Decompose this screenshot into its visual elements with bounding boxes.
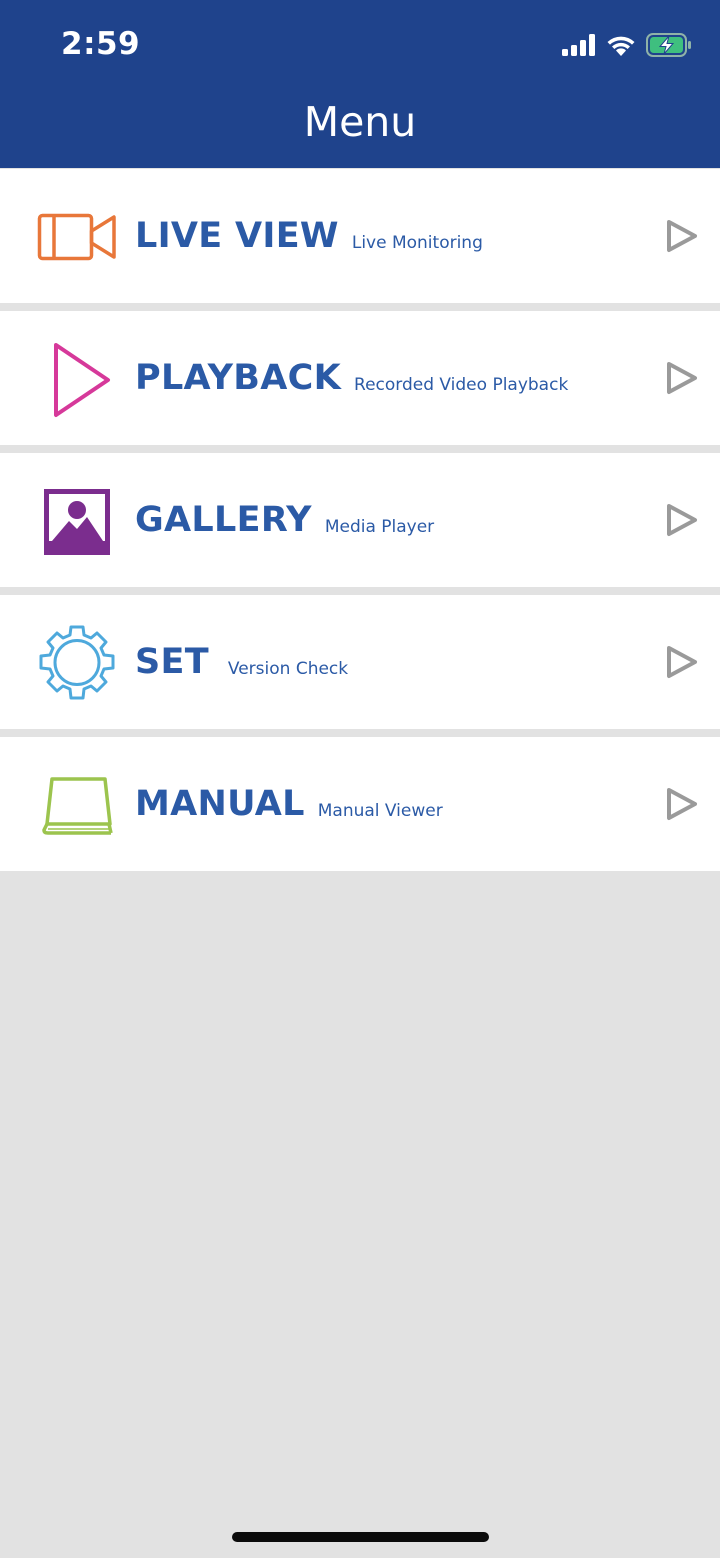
menu-item-label: LIVE VIEW: [135, 216, 339, 256]
battery-charging-icon: [646, 33, 691, 57]
cellular-signal-icon: [562, 34, 595, 56]
status-icons: [562, 30, 692, 60]
menu-item-label: GALLERY: [135, 500, 312, 540]
menu-item-gallery[interactable]: GALLERY Media Player: [0, 453, 720, 587]
menu-item-subtitle: Live Monitoring: [351, 233, 483, 253]
menu-item-subtitle: Manual Viewer: [317, 801, 443, 821]
menu-item-label: SET: [135, 642, 209, 682]
wifi-icon: [607, 36, 635, 56]
play-icon: [36, 341, 118, 419]
chevron-right-icon: [667, 788, 697, 820]
menu-item-manual[interactable]: MANUAL Manual Viewer: [0, 737, 720, 871]
video-camera-icon: [36, 199, 118, 277]
menu-item-subtitle: Media Player: [324, 517, 435, 537]
menu-list: LIVE VIEW Live Monitoring PLAYBACK Recor…: [0, 169, 720, 879]
chevron-right-icon: [667, 220, 697, 252]
app-header: 2:59 Menu: [0, 0, 720, 168]
menu-item-set[interactable]: SET Version Check: [0, 595, 720, 729]
menu-item-playback[interactable]: PLAYBACK Recorded Video Playback: [0, 311, 720, 445]
chevron-right-icon: [667, 646, 697, 678]
menu-item-label: MANUAL: [135, 784, 305, 824]
gear-icon: [36, 625, 118, 703]
menu-item-live-view[interactable]: LIVE VIEW Live Monitoring: [0, 169, 720, 303]
book-icon: [36, 767, 118, 845]
menu-item-subtitle: Recorded Video Playback: [354, 375, 569, 395]
gallery-image-icon: [36, 483, 118, 561]
menu-item-subtitle: Version Check: [227, 659, 349, 679]
chevron-right-icon: [667, 504, 697, 536]
home-indicator[interactable]: [232, 1532, 489, 1542]
page-title: Menu: [303, 98, 417, 146]
menu-item-label: PLAYBACK: [135, 358, 342, 398]
status-time: 2:59: [61, 26, 141, 62]
chevron-right-icon: [667, 362, 697, 394]
